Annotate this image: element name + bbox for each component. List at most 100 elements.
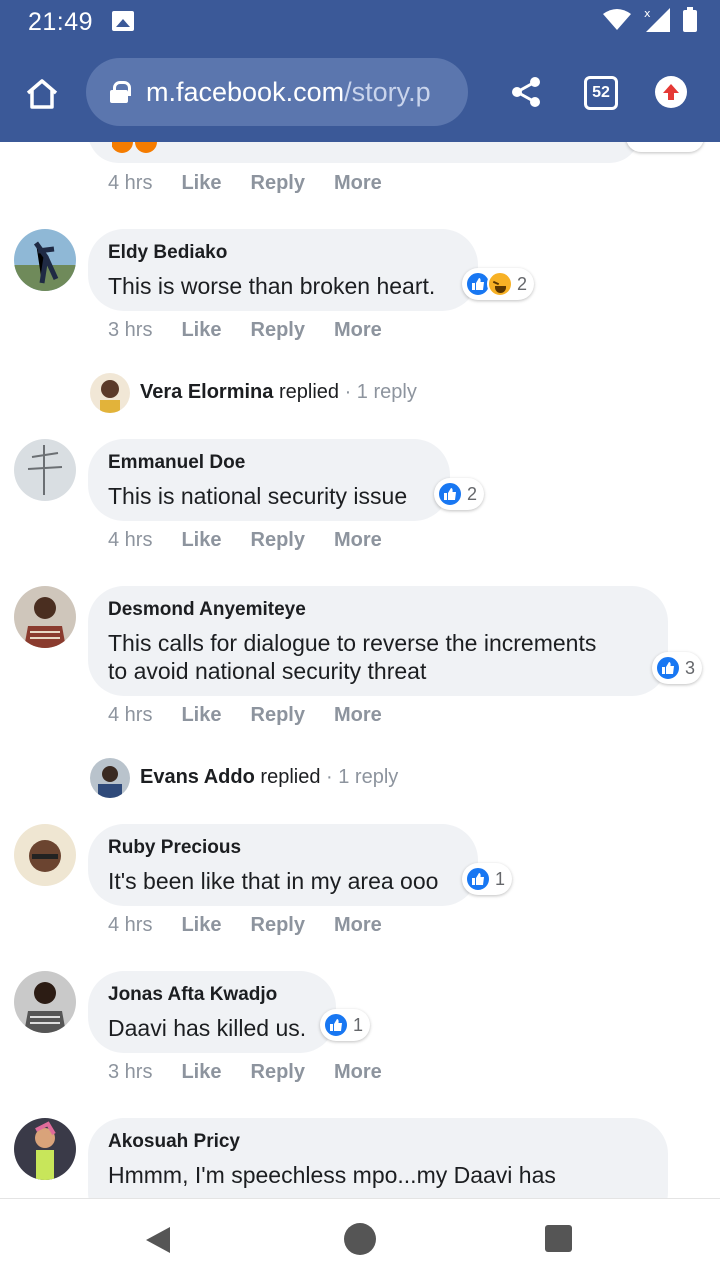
replied-label: replied (260, 766, 321, 788)
avatar[interactable] (14, 586, 76, 648)
more-link[interactable]: More (334, 1061, 382, 1084)
comment-actions: 3 hrs Like Reply More (108, 319, 411, 342)
comment-bubble-partial[interactable] (88, 142, 640, 163)
more-link[interactable]: More (334, 172, 382, 195)
comment-bubble[interactable]: Akosuah Pricy Hmmm, I'm speechless mpo..… (88, 1118, 668, 1198)
reaction-emoji-icon (112, 142, 157, 153)
comment-author[interactable]: Ruby Precious (108, 836, 458, 860)
reactions-summary[interactable]: 1 (462, 863, 513, 895)
reply-count: · 1 reply (344, 381, 417, 403)
comment-bubble[interactable]: Ruby Precious It's been like that in my … (88, 824, 478, 906)
comments-list: 4 hrs Like Reply More Eldy Bediako This … (0, 142, 720, 1198)
reply-link[interactable]: Reply (251, 1061, 305, 1084)
reply-avatar[interactable] (90, 758, 130, 798)
comment-actions: 4 hrs Like Reply More (108, 704, 411, 727)
comment-time[interactable]: 4 hrs (108, 704, 152, 727)
like-link[interactable]: Like (181, 914, 221, 937)
like-link[interactable]: Like (181, 704, 221, 727)
avatar[interactable] (14, 229, 76, 291)
share-icon[interactable] (508, 74, 544, 110)
replies-link[interactable]: Evans Addo replied · 1 reply (140, 766, 398, 789)
reaction-count: 1 (353, 1014, 364, 1035)
lock-icon (110, 81, 131, 103)
update-button[interactable] (655, 76, 687, 108)
like-link[interactable]: Like (181, 172, 221, 195)
replier-name: Vera Elormina (140, 381, 274, 403)
url-path: /story.p (344, 76, 431, 107)
url-host: m.facebook.com (146, 76, 345, 107)
status-time: 21:49 (28, 8, 94, 36)
comment-text: It's been like that in my area ooo (108, 868, 439, 894)
comment-actions: 4 hrs Like Reply More (108, 914, 411, 937)
like-link[interactable]: Like (181, 529, 221, 552)
reaction-count: 2 (517, 273, 528, 294)
comment-time[interactable]: 4 hrs (108, 172, 152, 195)
reply-link[interactable]: Reply (251, 319, 305, 342)
reply-link[interactable]: Reply (251, 529, 305, 552)
home-circle-icon[interactable] (344, 1223, 376, 1255)
comment-author[interactable]: Jonas Afta Kwadjo (108, 983, 316, 1007)
like-reaction-icon (323, 1012, 349, 1038)
back-icon[interactable] (146, 1227, 170, 1253)
upload-arrow-icon (663, 84, 679, 100)
reactions-summary[interactable]: 3 (652, 652, 703, 684)
replied-label: replied (278, 381, 340, 403)
comment-author[interactable]: Eldy Bediako (108, 241, 458, 265)
avatar[interactable] (14, 1118, 76, 1180)
reactions-partial[interactable] (626, 142, 704, 152)
reply-avatar[interactable] (90, 373, 130, 413)
reply-link[interactable]: Reply (251, 704, 305, 727)
comment-author[interactable]: Desmond Anyemiteye (108, 598, 648, 622)
more-link[interactable]: More (334, 914, 382, 937)
haha-reaction-icon (487, 271, 513, 297)
reaction-count: 3 (685, 657, 696, 678)
reactions-summary[interactable]: 2 (434, 478, 485, 510)
reaction-count: 1 (495, 868, 506, 889)
more-link[interactable]: More (334, 319, 382, 342)
battery-icon (683, 7, 697, 32)
reply-link[interactable]: Reply (251, 914, 305, 937)
comment-text: This is worse than broken heart. (108, 273, 436, 299)
comment-actions: 4 hrs Like Reply More (108, 529, 411, 552)
comment-text: Daavi has killed us. (108, 1015, 307, 1041)
system-navigation-bar (0, 1198, 720, 1280)
comment-bubble[interactable]: Desmond Anyemiteye This calls for dialog… (88, 586, 668, 696)
comment-time[interactable]: 4 hrs (108, 529, 152, 552)
like-reaction-icon (437, 481, 463, 507)
comment-text-line: to avoid national security threat (108, 658, 427, 684)
reactions-summary[interactable]: 1 (320, 1009, 371, 1041)
comment-bubble[interactable]: Eldy Bediako This is worse than broken h… (88, 229, 478, 311)
comment-time[interactable]: 3 hrs (108, 319, 152, 342)
reply-link[interactable]: Reply (251, 172, 305, 195)
comment-time[interactable]: 4 hrs (108, 914, 152, 937)
reply-count: · 1 reply (326, 766, 399, 788)
svg-text:x: x (644, 7, 651, 20)
more-link[interactable]: More (334, 704, 382, 727)
comment-bubble[interactable]: Emmanuel Doe This is national security i… (88, 439, 450, 521)
comment-text: Hmmm, I'm speechless mpo...my Daavi has (108, 1162, 556, 1188)
wifi-icon (603, 9, 631, 30)
status-icons: x (602, 6, 698, 34)
gallery-notification-icon (112, 11, 134, 31)
like-link[interactable]: Like (181, 1061, 221, 1084)
comment-actions: 3 hrs Like Reply More (108, 1061, 411, 1084)
avatar[interactable] (14, 971, 76, 1033)
more-link[interactable]: More (334, 529, 382, 552)
avatar[interactable] (14, 824, 76, 886)
like-link[interactable]: Like (181, 319, 221, 342)
like-reaction-icon (655, 655, 681, 681)
comment-time[interactable]: 3 hrs (108, 1061, 152, 1084)
like-reaction-icon (465, 866, 491, 892)
signal-icon: x (644, 7, 670, 32)
url-bar[interactable]: m.facebook.com/story.p (86, 58, 468, 126)
comment-author[interactable]: Emmanuel Doe (108, 451, 430, 475)
comment-actions: 4 hrs Like Reply More (108, 172, 411, 195)
tab-switcher-button[interactable]: 52 (584, 76, 618, 110)
recent-apps-icon[interactable] (545, 1225, 572, 1252)
home-button[interactable] (22, 74, 62, 114)
comment-author[interactable]: Akosuah Pricy (108, 1130, 648, 1154)
comment-bubble[interactable]: Jonas Afta Kwadjo Daavi has killed us. (88, 971, 336, 1053)
avatar[interactable] (14, 439, 76, 501)
reactions-summary[interactable]: 2 (462, 268, 535, 300)
replies-link[interactable]: Vera Elormina replied · 1 reply (140, 381, 417, 404)
